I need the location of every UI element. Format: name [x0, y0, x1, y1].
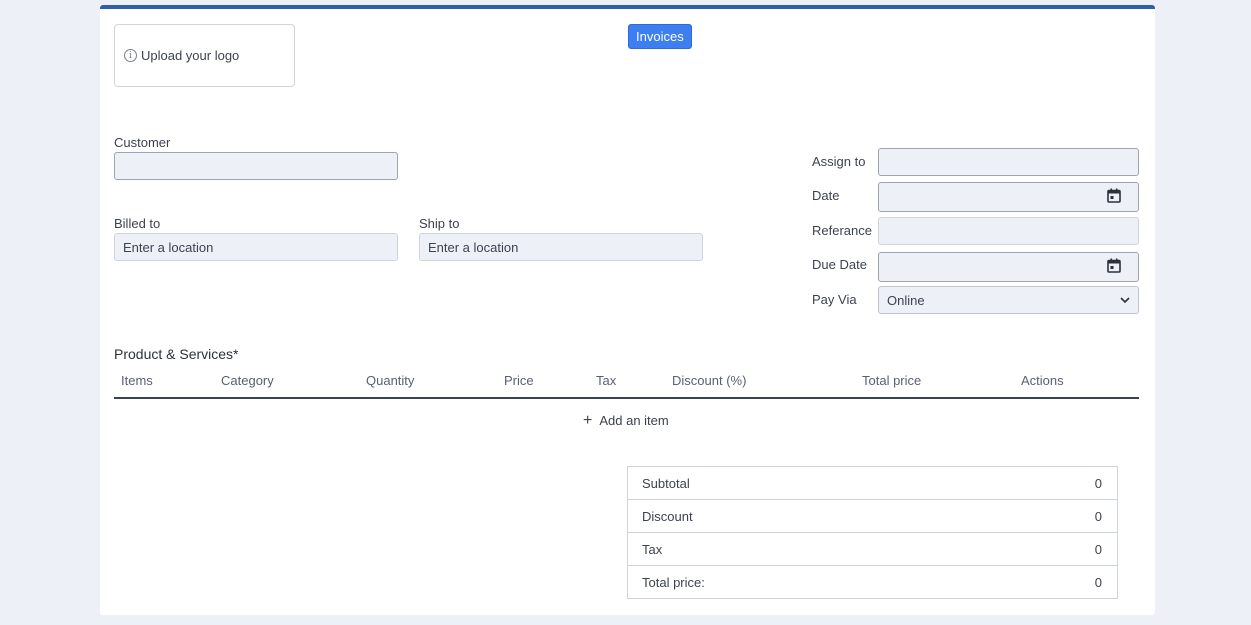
customer-label: Customer: [114, 135, 171, 150]
table-header-divider: [114, 397, 1139, 399]
assign-to-label: Assign to: [812, 154, 866, 169]
tax-value: 0: [1094, 541, 1102, 557]
totals-row-discount: Discount 0: [627, 499, 1118, 533]
calendar-icon[interactable]: [1107, 188, 1121, 203]
pay-via-selected: Online: [887, 292, 925, 308]
col-tax: Tax: [596, 373, 617, 388]
pay-via-select[interactable]: Online: [878, 286, 1139, 314]
pay-via-label: Pay Via: [812, 292, 857, 307]
due-date-label: Due Date: [812, 257, 867, 272]
subtotal-value: 0: [1094, 475, 1102, 491]
discount-label: Discount: [642, 508, 693, 524]
col-category: Category: [221, 373, 274, 388]
ship-to-label: Ship to: [419, 216, 460, 231]
chevron-down-icon: [1120, 297, 1130, 303]
add-item-button[interactable]: + Add an item: [583, 412, 669, 429]
billed-to-label: Billed to: [114, 216, 161, 231]
due-date-field[interactable]: [878, 252, 1139, 282]
referance-input[interactable]: [878, 217, 1139, 245]
assign-to-input[interactable]: [878, 148, 1139, 176]
upload-logo-label: Upload your logo: [141, 48, 240, 63]
col-items: Items: [121, 373, 153, 388]
date-label: Date: [812, 188, 840, 203]
tax-label: Tax: [642, 541, 663, 557]
date-field[interactable]: [878, 182, 1139, 212]
add-item-label: Add an item: [599, 413, 669, 428]
plus-icon: +: [583, 412, 593, 429]
col-price: Price: [504, 373, 534, 388]
info-icon: i: [124, 49, 137, 62]
invoices-button[interactable]: Invoices: [628, 24, 692, 49]
col-total-price: Total price: [862, 373, 922, 388]
discount-value: 0: [1094, 508, 1102, 524]
products-title: Product & Services*: [114, 346, 239, 362]
totals-row-subtotal: Subtotal 0: [627, 466, 1118, 500]
subtotal-label: Subtotal: [642, 475, 690, 491]
due-date-input[interactable]: [878, 252, 1139, 282]
totals-row-tax: Tax 0: [627, 532, 1118, 566]
col-quantity: Quantity: [366, 373, 415, 388]
calendar-icon[interactable]: [1107, 258, 1121, 273]
total-price-value: 0: [1094, 574, 1102, 590]
ship-to-input[interactable]: [419, 233, 703, 261]
col-actions: Actions: [1021, 373, 1064, 388]
referance-label: Referance: [812, 223, 872, 238]
invoice-card: i Upload your logo Invoices Customer Bil…: [100, 5, 1155, 615]
upload-logo-box[interactable]: i Upload your logo: [114, 24, 295, 87]
totals-row-total: Total price: 0: [627, 565, 1118, 599]
billed-to-input[interactable]: [114, 233, 398, 261]
date-input[interactable]: [878, 182, 1139, 212]
total-price-label: Total price:: [642, 574, 705, 590]
col-discount: Discount (%): [672, 373, 747, 388]
customer-input[interactable]: [114, 152, 398, 180]
totals-table: Subtotal 0 Discount 0 Tax 0 Total price:…: [627, 466, 1118, 599]
